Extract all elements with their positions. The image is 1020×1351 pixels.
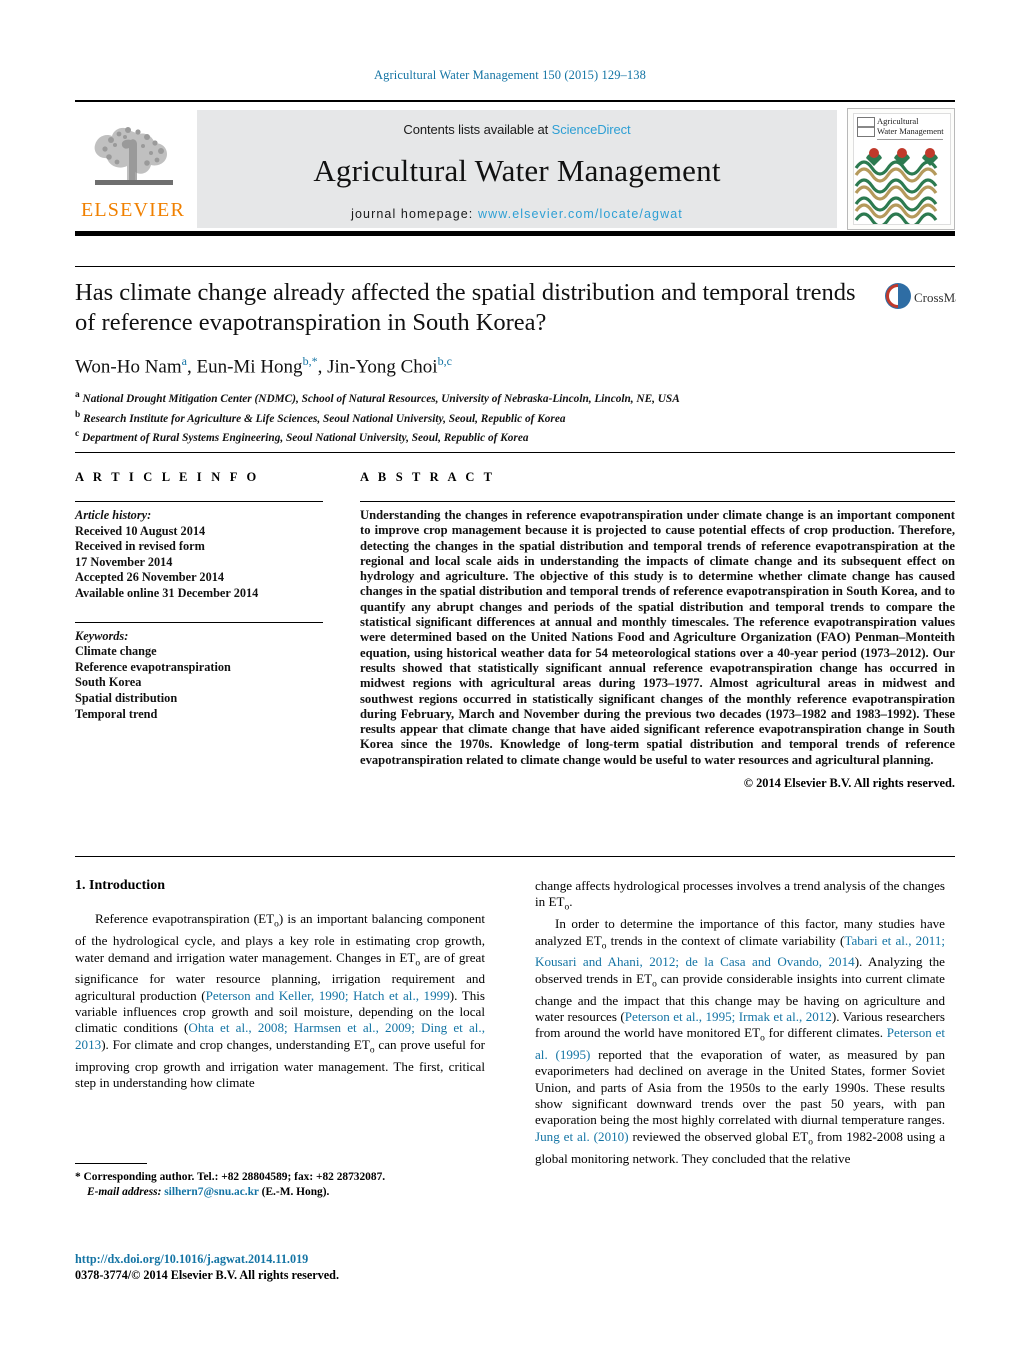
elsevier-tree-icon <box>94 127 173 185</box>
issn-copyright-line: 0378-3774/© 2014 Elsevier B.V. All right… <box>75 1268 340 1282</box>
masthead-top-rule <box>75 100 955 102</box>
footnote-line-1: * Corresponding author. Tel.: +82 288045… <box>75 1171 386 1183</box>
article-info-column: A R T I C L E I N F O Article history: R… <box>75 470 323 722</box>
masthead-bottom-rule <box>75 231 955 236</box>
contents-available-line: Contents lists available at ScienceDirec… <box>197 110 837 137</box>
homepage-prefix: journal homepage: <box>351 207 474 221</box>
abstract-text: Understanding the changes in reference e… <box>360 508 955 767</box>
article-page: Agricultural Water Management 150 (2015)… <box>0 0 1020 1351</box>
body-column-right: change affects hydrological processes in… <box>535 878 945 1167</box>
history-item: 17 November 2014 <box>75 554 173 569</box>
cover-tulip-wave-pattern-icon <box>854 148 938 224</box>
doi-link[interactable]: http://dx.doi.org/10.1016/j.agwat.2014.1… <box>75 1251 575 1267</box>
journal-homepage-link[interactable]: www.elsevier.com/locate/agwat <box>478 207 683 221</box>
elsevier-logo: ELSEVIER <box>77 108 189 228</box>
affiliation-list: a National Drought Mitigation Center (ND… <box>75 388 865 446</box>
journal-cover-thumbnail: Agricultural Water Management <box>847 108 955 230</box>
article-history-label: Article history: <box>75 508 152 522</box>
cover-elsevier-mark-icon <box>857 117 875 137</box>
title-block: Has climate change already affected the … <box>75 278 865 446</box>
cover-title-line-1: Agricultural <box>877 116 919 126</box>
footnote-text: * Corresponding author. Tel.: +82 288045… <box>75 1170 485 1199</box>
journal-masthead: ELSEVIER Contents lists available at Sci… <box>75 100 955 236</box>
affiliation-marker: c <box>75 428 80 439</box>
corresponding-author-name: (E.-M. Hong). <box>261 1185 330 1198</box>
sciencedirect-link[interactable]: ScienceDirect <box>552 122 631 137</box>
history-item: Accepted 26 November 2014 <box>75 570 225 585</box>
cover-artwork <box>854 142 950 224</box>
corresponding-author-email-link[interactable]: silhern7@snu.ac.kr <box>164 1186 259 1198</box>
affiliation-marker: b <box>75 409 81 420</box>
keyword-item: Climate change <box>75 644 157 659</box>
running-head: Agricultural Water Management 150 (2015)… <box>374 68 646 82</box>
footnote-rule <box>75 1163 147 1164</box>
email-address-label: E-mail address: <box>87 1185 162 1198</box>
footer-doi-block: http://dx.doi.org/10.1016/j.agwat.2014.1… <box>75 1251 575 1283</box>
keywords-label: Keywords: <box>75 628 129 643</box>
keywords-divider <box>75 621 323 623</box>
journal-cover-header: Agricultural Water Management <box>854 114 950 142</box>
contents-prefix: Contents lists available at <box>403 122 552 137</box>
article-info-heading: A R T I C L E I N F O <box>75 470 260 484</box>
page-title: Has climate change already affected the … <box>75 279 856 336</box>
abstract-heading: A B S T R A C T <box>360 470 496 484</box>
keyword-item: Spatial distribution <box>75 690 178 705</box>
svg-text:CrossMark: CrossMark <box>914 290 956 305</box>
cover-journal-title: Agricultural Water Management <box>877 116 949 136</box>
abstract-column: A B S T R A C T Understanding the change… <box>360 470 955 791</box>
history-item: Received in revised form <box>75 539 205 554</box>
body-column-left: 1. Introduction Reference evapotranspira… <box>75 878 485 1091</box>
affiliation-item: b Research Institute for Agriculture & L… <box>75 408 865 427</box>
body-paragraph: change affects hydrological processes in… <box>535 878 945 913</box>
article-info-divider <box>75 501 323 502</box>
section-heading-introduction: 1. Introduction <box>75 878 165 893</box>
masthead-center: Contents lists available at ScienceDirec… <box>197 110 837 228</box>
keywords-list: Keywords: Climate change Reference evapo… <box>75 629 323 723</box>
affiliation-text: National Drought Mitigation Center (NDMC… <box>82 393 680 406</box>
affiliation-item: a National Drought Mitigation Center (ND… <box>75 388 865 407</box>
abstract-copyright: © 2014 Elsevier B.V. All rights reserved… <box>743 776 955 791</box>
crossmark-badge[interactable]: CrossMark <box>884 281 972 333</box>
cover-divider <box>877 139 943 140</box>
crossmark-logo-icon: CrossMark <box>885 283 972 309</box>
body-top-rule <box>75 856 955 857</box>
keyword-item: Reference evapotranspiration <box>75 659 231 674</box>
keyword-item: Temporal trend <box>75 706 158 721</box>
affiliation-marker: a <box>75 390 80 401</box>
title-divider <box>75 266 955 267</box>
affiliation-item: c Department of Rural Systems Engineerin… <box>75 427 865 446</box>
body-paragraph: Reference evapotranspiration (ETo) is an… <box>75 911 485 1090</box>
history-item: Available online 31 December 2014 <box>75 585 259 600</box>
cover-title-line-2: Water Management <box>877 126 944 136</box>
journal-cover-inner: Agricultural Water Management <box>853 113 951 225</box>
abstract-divider <box>360 501 955 502</box>
author-list: Won-Ho Nama, Eun-Mi Hongb,*, Jin-Yong Ch… <box>75 354 452 378</box>
affiliation-text: Research Institute for Agriculture & Lif… <box>83 412 566 425</box>
journal-title: Agricultural Water Management <box>313 153 721 188</box>
elsevier-wordmark: ELSEVIER <box>80 199 186 221</box>
keyword-item: South Korea <box>75 675 142 690</box>
journal-homepage-line: journal homepage: www.elsevier.com/locat… <box>197 207 837 221</box>
corresponding-author-footnote: * Corresponding author. Tel.: +82 288045… <box>75 1163 485 1199</box>
abstract-section-top-rule <box>75 452 955 453</box>
affiliation-text: Department of Rural Systems Engineering,… <box>82 431 529 444</box>
keywords-block: Keywords: Climate change Reference evapo… <box>75 621 323 723</box>
footnote-email-line: E-mail address: silhern7@snu.ac.kr (E.-M… <box>75 1185 485 1200</box>
article-history: Article history: Received 10 August 2014… <box>75 508 323 602</box>
history-item: Received 10 August 2014 <box>75 523 206 538</box>
body-paragraph: In order to determine the importance of … <box>535 916 946 1166</box>
